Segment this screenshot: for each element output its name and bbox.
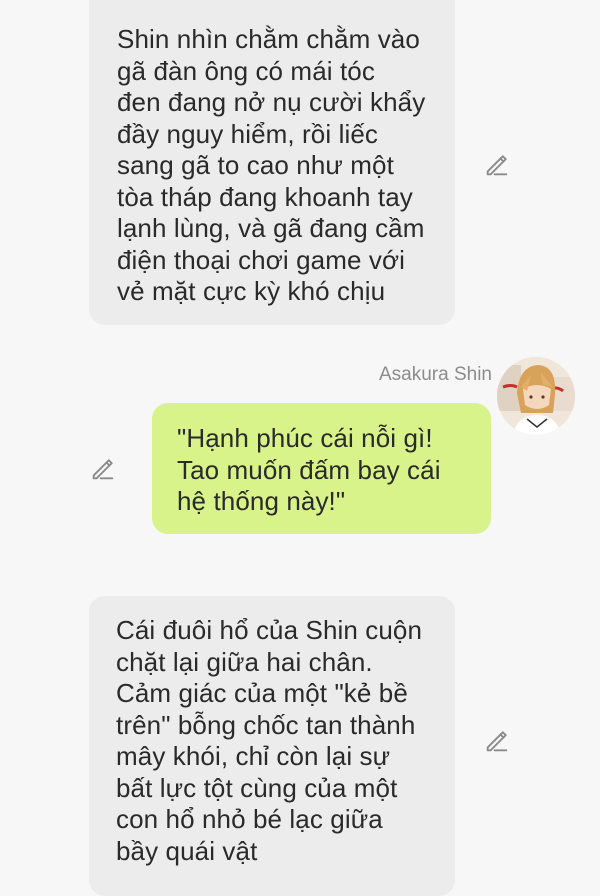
pencil-edit-icon[interactable]	[483, 151, 511, 179]
pencil-edit-icon[interactable]	[483, 727, 511, 755]
pencil-edit-icon[interactable]	[89, 455, 117, 483]
narration-bubble: Shin nhìn chằm chằm vào gã đàn ông có má…	[89, 0, 455, 325]
user-message-bubble: "Hạnh phúc cái nỗi gì! Tao muốn đấm bay …	[152, 403, 491, 534]
narration-bubble: Cái đuôi hổ của Shin cuộn chặt lại giữa …	[89, 596, 455, 896]
avatar[interactable]	[497, 357, 575, 435]
sender-name: Asakura Shin	[378, 364, 492, 385]
